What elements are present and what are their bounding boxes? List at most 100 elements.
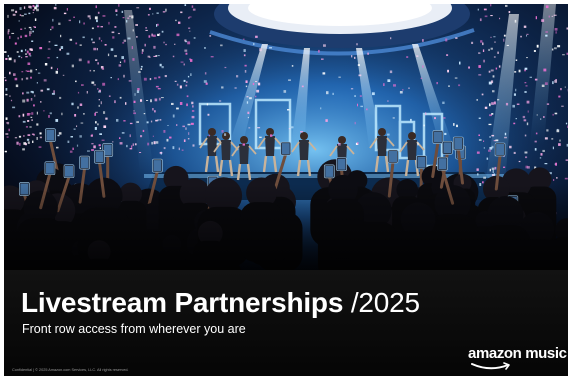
confetti-piece [169, 136, 172, 139]
confetti-piece [204, 72, 207, 75]
confetti-piece [92, 41, 95, 44]
confetti-piece [30, 69, 33, 73]
confetti-piece [483, 176, 486, 179]
confetti-piece [22, 148, 25, 151]
confetti-piece [492, 75, 495, 78]
confetti-piece [244, 70, 247, 73]
confetti-piece [287, 109, 290, 111]
confetti-piece [66, 52, 70, 55]
confetti-piece [192, 144, 195, 147]
confetti-piece [181, 149, 184, 151]
confetti-piece [176, 83, 179, 86]
confetti-piece [100, 26, 103, 28]
confetti-piece [24, 34, 28, 38]
confetti-piece [492, 170, 494, 173]
confetti-piece [31, 112, 34, 115]
confetti-piece [495, 139, 499, 142]
confetti-piece [514, 19, 517, 23]
confetti-piece [283, 90, 287, 93]
confetti-piece [99, 133, 102, 135]
confetti-piece [9, 35, 11, 39]
confetti-piece [504, 132, 507, 136]
confetti-piece [38, 146, 42, 148]
confetti-piece [48, 115, 50, 118]
confetti-piece [119, 137, 121, 139]
confetti-piece [560, 88, 562, 91]
confetti-piece [131, 46, 133, 50]
confetti-piece [338, 143, 341, 146]
confetti-piece [221, 86, 224, 89]
confetti-piece [207, 113, 210, 116]
confetti-piece [179, 85, 182, 89]
confetti-piece [540, 118, 542, 120]
confetti-piece [366, 108, 368, 111]
confetti-piece [149, 78, 152, 81]
confetti-piece [153, 141, 156, 145]
confetti-piece [478, 139, 482, 141]
confetti-piece [555, 31, 557, 34]
confetti-piece [97, 123, 99, 126]
confetti-piece [354, 56, 356, 59]
confetti-piece [91, 143, 94, 145]
confetti-piece [19, 7, 22, 10]
confetti-piece [55, 4, 57, 6]
confetti-piece [20, 49, 23, 53]
confetti-piece [16, 141, 19, 145]
confetti-piece [73, 16, 75, 18]
confetti-piece [354, 95, 356, 97]
confetti-piece [101, 40, 103, 42]
confetti-piece [249, 97, 252, 100]
confetti-piece [89, 69, 92, 72]
confetti-piece [548, 15, 550, 18]
confetti-piece [121, 56, 124, 59]
confetti-piece [151, 33, 153, 37]
confetti-piece [246, 101, 249, 104]
confetti-piece [551, 138, 554, 140]
confetti-piece [490, 80, 494, 84]
confetti-piece [108, 21, 110, 25]
confetti-piece [422, 65, 424, 68]
legal-footer: Confidential | © 2025 Amazon.com Service… [12, 368, 129, 372]
confetti-piece [12, 106, 16, 109]
confetti-piece [542, 149, 545, 152]
confetti-piece [154, 77, 157, 80]
confetti-piece [17, 37, 19, 40]
confetti-piece [147, 142, 150, 146]
confetti-piece [488, 70, 491, 73]
confetti-piece [320, 107, 322, 110]
confetti-piece [12, 13, 16, 16]
confetti-piece [553, 179, 555, 181]
confetti-piece [454, 77, 458, 79]
confetti-piece [383, 83, 385, 86]
confetti-piece [6, 122, 8, 124]
confetti-piece [23, 6, 26, 9]
confetti-piece [94, 112, 96, 116]
confetti-piece [489, 136, 491, 138]
confetti-piece [534, 78, 538, 81]
confetti-piece [529, 76, 532, 78]
confetti-piece [126, 144, 128, 148]
confetti-piece [406, 56, 409, 58]
confetti-piece [189, 58, 192, 61]
confetti-piece [76, 144, 79, 147]
confetti-piece [160, 151, 162, 155]
confetti-piece [101, 68, 105, 70]
confetti-piece [29, 31, 32, 34]
confetti-piece [80, 122, 84, 124]
confetti-piece [478, 117, 481, 119]
confetti-piece [133, 100, 136, 103]
confetti-piece [513, 93, 516, 96]
confetti-piece [138, 71, 141, 73]
confetti-piece [490, 69, 494, 72]
confetti-piece [191, 115, 195, 119]
confetti-piece [178, 21, 181, 24]
confetti-piece [139, 152, 142, 153]
confetti-piece [515, 59, 518, 61]
confetti-piece [504, 136, 507, 139]
confetti-piece [97, 88, 99, 90]
confetti-piece [493, 173, 495, 177]
confetti-piece [488, 48, 490, 51]
confetti-piece [208, 134, 210, 137]
confetti-piece [112, 36, 115, 39]
confetti-piece [477, 173, 479, 176]
